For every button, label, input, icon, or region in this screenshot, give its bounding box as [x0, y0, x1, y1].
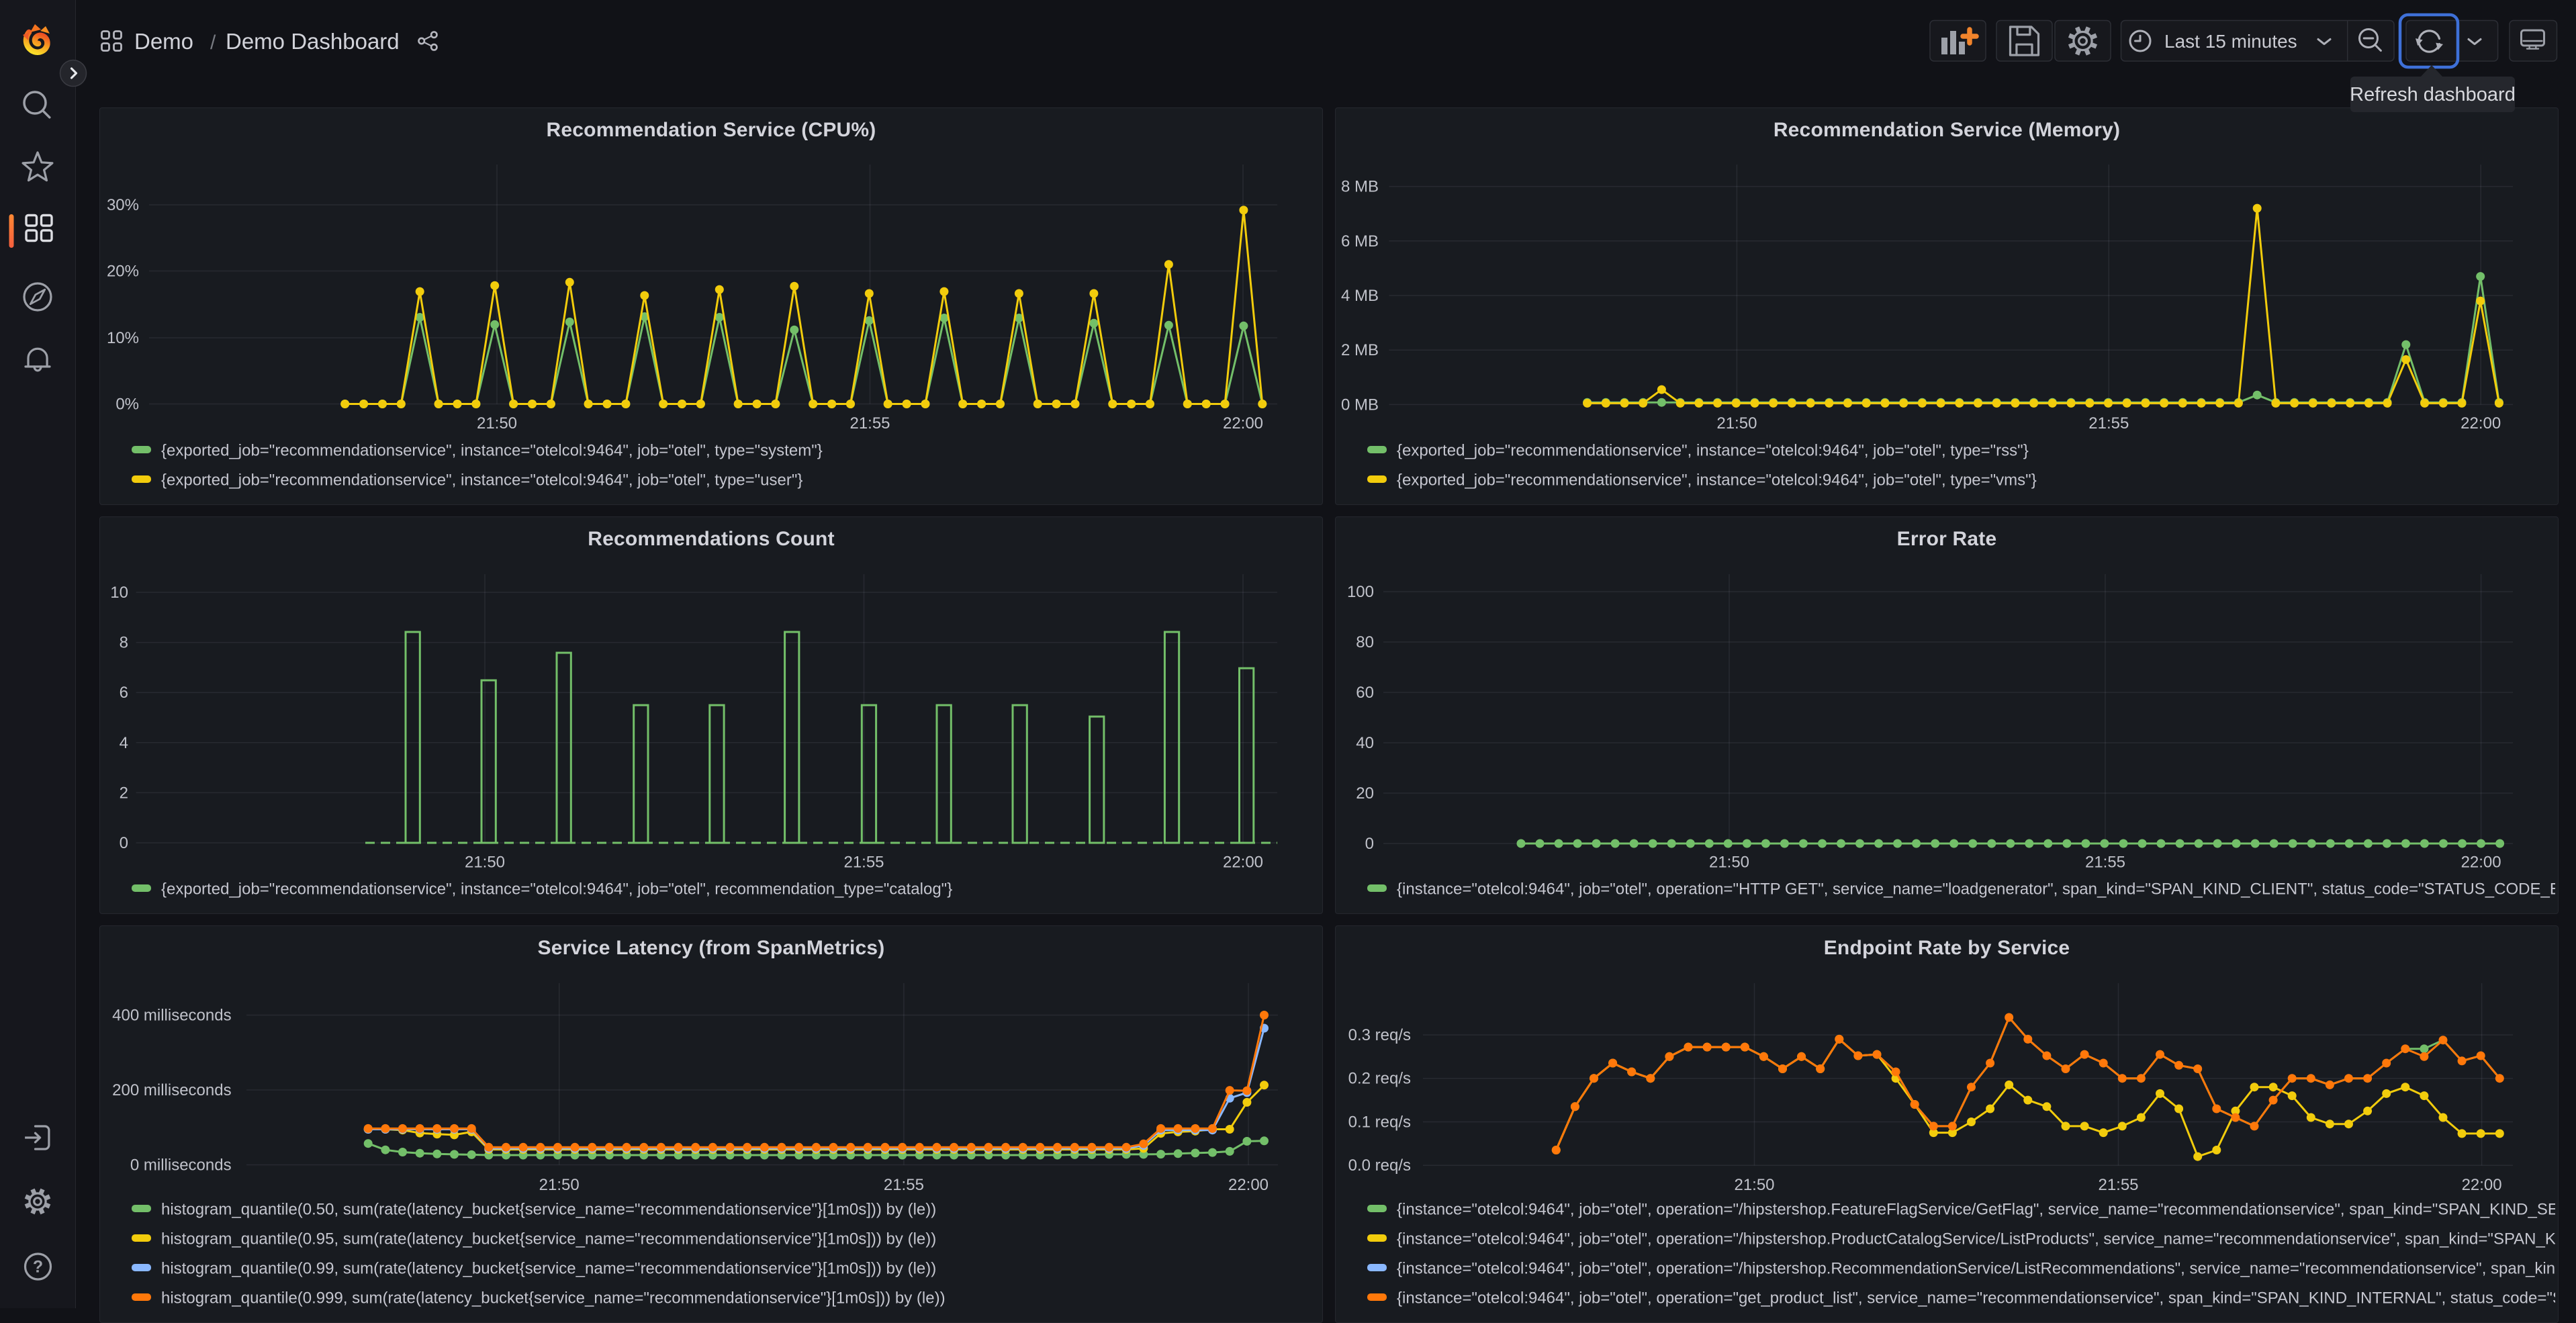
svg-text:Refresh dashboard: Refresh dashboard — [2350, 84, 2516, 105]
svg-text:/: / — [210, 32, 216, 54]
svg-text:Demo Dashboard: Demo Dashboard — [226, 29, 400, 54]
svg-text:Last 15 minutes: Last 15 minutes — [2164, 31, 2297, 52]
svg-text:Demo: Demo — [134, 29, 193, 54]
